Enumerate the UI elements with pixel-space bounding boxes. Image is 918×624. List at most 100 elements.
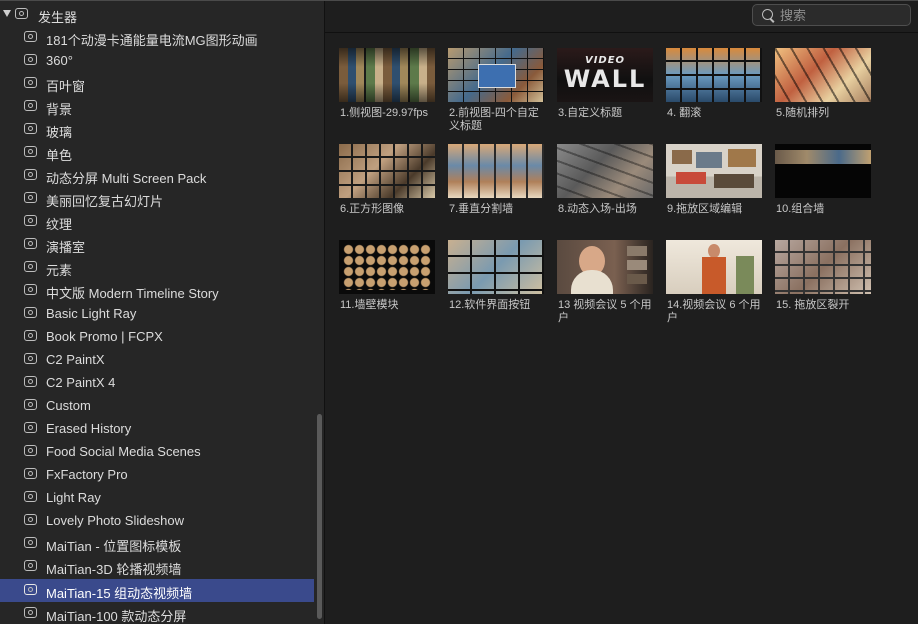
sidebar-item[interactable]: 360° xyxy=(0,49,314,72)
thumbnail-drop-zone-split[interactable] xyxy=(775,240,871,294)
generator-folder-icon xyxy=(24,330,37,341)
sidebar-item[interactable]: 元素 xyxy=(0,256,314,279)
sidebar-item-label: MaiTian-15 组动态视频墙 xyxy=(46,586,193,601)
generator-folder-icon xyxy=(24,422,37,433)
sidebar-item[interactable]: Custom xyxy=(0,394,314,417)
thumbnail-vertical-split[interactable] xyxy=(448,144,544,198)
sidebar-item[interactable]: 美丽回忆复古幻灯片 xyxy=(0,187,314,210)
generator-folder-icon xyxy=(24,31,37,42)
generator-folder-icon xyxy=(24,399,37,410)
sidebar-scrollbar-thumb[interactable] xyxy=(317,414,322,619)
sidebar-item[interactable]: Lovely Photo Slideshow xyxy=(0,509,314,532)
sidebar-item-label: Food Social Media Scenes xyxy=(46,444,201,459)
thumbnail-ui-buttons[interactable] xyxy=(448,240,544,294)
sidebar-root-generators[interactable]: 发生器 xyxy=(0,3,314,26)
sidebar-item[interactable]: 单色 xyxy=(0,141,314,164)
sidebar-item-label: 背景 xyxy=(46,102,73,117)
thumbnail-random[interactable] xyxy=(775,48,871,102)
tile-label: 11.墙壁模块 xyxy=(340,299,399,311)
generator-folder-icon xyxy=(15,8,28,19)
sidebar-item[interactable]: Erased History xyxy=(0,417,314,440)
sidebar-item[interactable]: 背景 xyxy=(0,95,314,118)
sidebar-item[interactable]: 玻璃 xyxy=(0,118,314,141)
sidebar-item[interactable]: C2 PaintX 4 xyxy=(0,371,314,394)
sidebar-item[interactable]: 中文版 Modern Timeline Story xyxy=(0,279,314,302)
generator-folder-icon xyxy=(24,169,37,180)
generator-folder-icon xyxy=(24,100,37,111)
generator-folder-icon xyxy=(24,445,37,456)
sidebar-item-selected[interactable]: MaiTian-15 组动态视频墙 xyxy=(0,579,314,602)
sidebar-item[interactable]: MaiTian-3D 轮播视频墙 xyxy=(0,555,314,578)
sidebar-item[interactable]: MaiTian-100 款动态分屏 xyxy=(0,602,314,624)
sidebar-item-label: MaiTian - 位置图标模板 xyxy=(46,539,182,554)
sidebar-item[interactable]: 纹理 xyxy=(0,210,314,233)
thumbnail-drop-zone[interactable] xyxy=(666,144,762,198)
thumbnail-wall-text: WALL xyxy=(563,65,647,93)
search-input[interactable] xyxy=(780,6,905,24)
generator-folder-icon xyxy=(24,261,37,272)
thumbnail-video-conference-5[interactable] xyxy=(557,240,653,294)
generator-folder-icon xyxy=(24,192,37,203)
sidebar-item-label: C2 PaintX 4 xyxy=(46,375,116,390)
sidebar-item-label: Erased History xyxy=(46,421,132,436)
sidebar-item-label: 中文版 Modern Timeline Story xyxy=(46,286,219,301)
generator-folder-icon xyxy=(24,376,37,387)
thumbnail-combo-wall[interactable] xyxy=(775,144,871,198)
thumbnail-enter-exit[interactable] xyxy=(557,144,653,198)
sidebar-item[interactable]: 百叶窗 xyxy=(0,72,314,95)
generator-folder-icon xyxy=(24,54,37,65)
sidebar-item[interactable]: FxFactory Pro xyxy=(0,463,314,486)
sidebar-item[interactable]: Food Social Media Scenes xyxy=(0,440,314,463)
tile-label: 4. 翻滚 xyxy=(667,107,702,119)
tile-label: 12.软件界面按钮 xyxy=(449,299,531,311)
sidebar-item-label: C2 PaintX xyxy=(46,352,105,367)
tile-label: 3.自定义标题 xyxy=(558,107,623,119)
generator-folder-icon xyxy=(24,123,37,134)
sidebar-item-label: MaiTian-100 款动态分屏 xyxy=(46,609,187,624)
generator-folder-icon xyxy=(24,537,37,548)
sidebar-item[interactable]: 动态分屏 Multi Screen Pack xyxy=(0,164,314,187)
sidebar-item[interactable]: MaiTian - 位置图标模板 xyxy=(0,532,314,555)
sidebar-item-label: Light Ray xyxy=(46,490,101,505)
sidebar-item-label: Custom xyxy=(46,398,91,413)
thumbnail-wall-module[interactable] xyxy=(339,240,435,294)
tile-label: 1.侧视图-29.97fps xyxy=(340,107,429,119)
tile-label: 14.视频会议 6 个用户 xyxy=(667,299,761,324)
tile-label: 2.前视图-四个自定义标题 xyxy=(449,107,539,132)
generator-folder-icon xyxy=(24,307,37,318)
thumbnail-custom-title[interactable]: VIDEO WALL xyxy=(557,48,653,102)
generator-folder-icon xyxy=(24,491,37,502)
search-icon xyxy=(762,9,773,20)
sidebar-item[interactable]: Basic Light Ray xyxy=(0,302,314,325)
tile-label: 7.垂直分割墙 xyxy=(449,203,514,215)
sidebar-item[interactable]: Book Promo | FCPX xyxy=(0,325,314,348)
tile-label: 5.随机排列 xyxy=(776,107,830,119)
tile-label: 8.动态入场-出场 xyxy=(558,203,637,215)
tile-label: 9.拖放区域编辑 xyxy=(667,203,743,215)
sidebar-item-label: 纹理 xyxy=(46,217,73,232)
sidebar-item[interactable]: Light Ray xyxy=(0,486,314,509)
generator-folder-icon xyxy=(24,607,37,618)
thumbnail-roll[interactable] xyxy=(666,48,762,102)
generator-folder-icon xyxy=(24,146,37,157)
sidebar-item[interactable]: 181个动漫卡通能量电流MG图形动画 xyxy=(0,26,314,49)
thumbnail-square-images[interactable] xyxy=(339,144,435,198)
sidebar-item-label: Basic Light Ray xyxy=(46,306,137,321)
thumbnail-video-conference-6[interactable] xyxy=(666,240,762,294)
disclosure-triangle-icon[interactable] xyxy=(3,10,11,17)
generator-folder-icon xyxy=(24,468,37,479)
thumbnail-front-view[interactable] xyxy=(448,48,544,102)
sidebar-item[interactable]: 演播室 xyxy=(0,233,314,256)
search-field[interactable] xyxy=(752,4,911,26)
tile-label: 13 视频会议 5 个用户 xyxy=(558,299,652,324)
sidebar-item-label: 美丽回忆复古幻灯片 xyxy=(46,194,164,209)
sidebar-item-label: Lovely Photo Slideshow xyxy=(46,513,185,528)
sidebar-item-label: 181个动漫卡通能量电流MG图形动画 xyxy=(46,33,258,48)
generator-folder-icon xyxy=(24,215,37,226)
generator-sidebar[interactable]: 发生器 181个动漫卡通能量电流MG图形动画 360° 百叶窗 背景 玻璃 单色… xyxy=(0,1,314,624)
thumbnail-side-view[interactable] xyxy=(339,48,435,102)
pane-divider[interactable] xyxy=(324,1,325,624)
sidebar-item-label: FxFactory Pro xyxy=(46,467,128,482)
sidebar-item-label: 单色 xyxy=(46,148,73,163)
sidebar-item[interactable]: C2 PaintX xyxy=(0,348,314,371)
